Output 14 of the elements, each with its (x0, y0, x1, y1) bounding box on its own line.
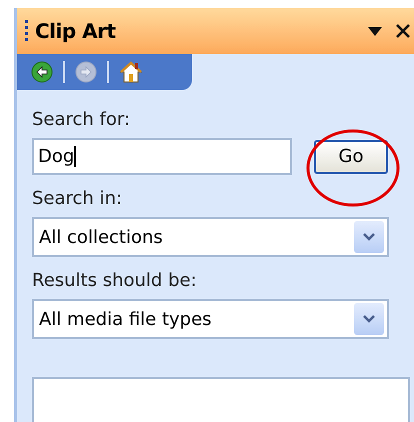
dropdown-arrow-icon[interactable] (368, 26, 382, 36)
chevron-down-icon (363, 233, 375, 241)
home-icon[interactable] (119, 60, 143, 84)
pane-title: Clip Art (35, 18, 116, 45)
collections-dropdown[interactable]: All collections (32, 217, 389, 257)
field-label: Search in: (32, 187, 124, 211)
media-type-dropdown[interactable]: All media file types (32, 299, 389, 339)
field-label: Search for: (32, 108, 132, 132)
field-label: Results should be: (32, 269, 198, 293)
close-icon[interactable] (396, 24, 410, 38)
search-field[interactable]: Dog (32, 138, 292, 175)
go-button[interactable]: Go (314, 140, 388, 174)
chevron-down-icon (363, 315, 375, 323)
grip-icon (25, 20, 29, 42)
